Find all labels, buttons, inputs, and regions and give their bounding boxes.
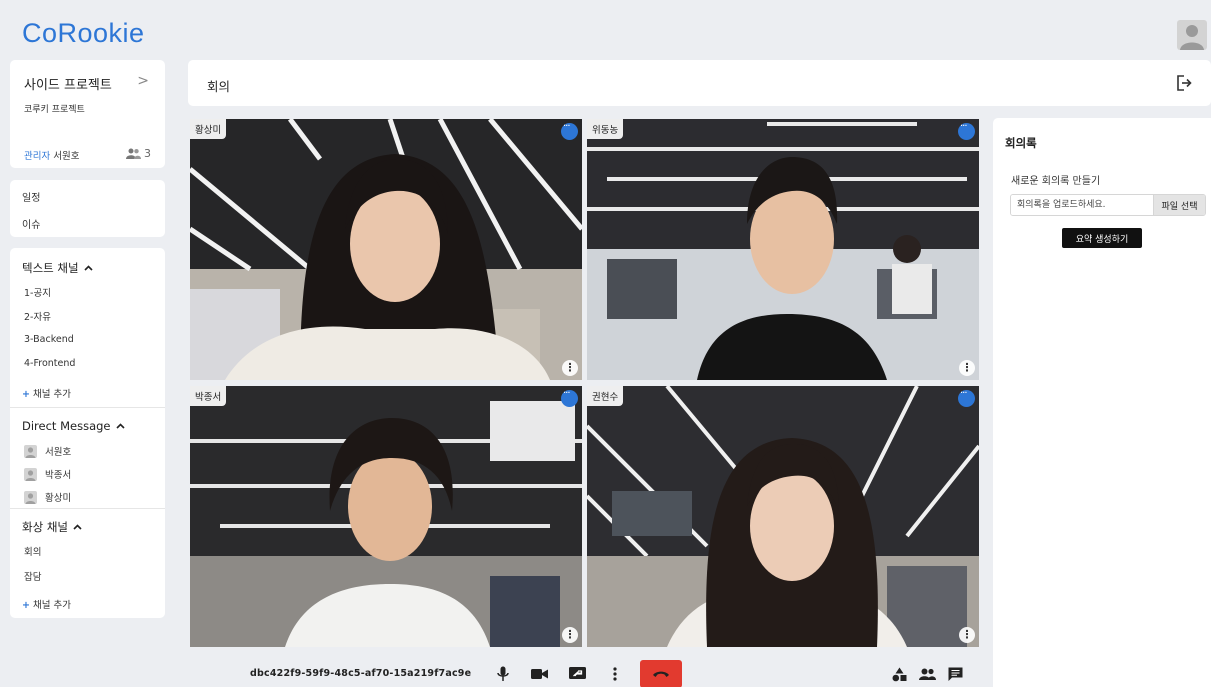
add-channel-label: 채널 추가 bbox=[32, 389, 71, 400]
text-channels-title: 텍스트 채널 bbox=[22, 261, 79, 275]
tile-menu-icon[interactable]: ⋮ bbox=[959, 627, 975, 643]
project-title[interactable]: 사이드 프로젝트 bbox=[24, 74, 112, 93]
menu-item-issues[interactable]: 이슈 bbox=[22, 216, 40, 231]
user-icon bbox=[1180, 25, 1204, 50]
video-channel-item[interactable]: 회의 bbox=[24, 544, 41, 558]
screen-share-icon bbox=[568, 667, 586, 679]
video-tile[interactable]: 위동농 ⋮ bbox=[587, 119, 979, 380]
chat-button[interactable] bbox=[944, 663, 966, 685]
member-count-value: 3 bbox=[144, 147, 151, 160]
camera-button[interactable] bbox=[528, 663, 550, 685]
channel-title: 회의 bbox=[207, 79, 231, 94]
admin-label: 관리자 bbox=[24, 151, 51, 162]
file-upload-row: 파일 선택 bbox=[1010, 194, 1206, 216]
member-count[interactable]: 3 bbox=[126, 147, 151, 160]
choose-file-button[interactable]: 파일 선택 bbox=[1153, 195, 1205, 215]
text-channel-item[interactable]: 2-자유 bbox=[24, 309, 51, 323]
app-logo[interactable]: CoRookie bbox=[22, 18, 145, 49]
generate-summary-button[interactable]: 요약 생성하기 bbox=[1062, 228, 1142, 248]
more-button[interactable] bbox=[604, 663, 626, 685]
project-card: 사이드 프로젝트 > 코루키 프로젝트 관리자 서원호 3 bbox=[10, 60, 165, 168]
text-channel-item[interactable]: 1-공지 bbox=[24, 285, 51, 299]
minutes-subtitle: 새로운 회의록 만들기 bbox=[1011, 176, 1101, 187]
text-channel-item[interactable]: 4-Frontend bbox=[24, 358, 75, 369]
microphone-button[interactable] bbox=[492, 663, 514, 685]
avatar bbox=[24, 444, 37, 458]
channels-card: 텍스트 채널 1-공지 2-자유 3-Backend 4-Frontend + 채… bbox=[10, 248, 165, 618]
call-controls: dbc422f9-59f9-48c5-af70-15a219f7ac9e bbox=[188, 655, 993, 687]
more-vertical-icon bbox=[613, 667, 617, 681]
participant-name: 박종서 bbox=[190, 386, 227, 406]
tile-menu-icon[interactable]: ⋮ bbox=[562, 627, 578, 643]
minutes-panel: 회의록 새로운 회의록 만들기 파일 선택 요약 생성하기 bbox=[993, 118, 1211, 687]
text-channel-item[interactable]: 3-Backend bbox=[24, 334, 74, 345]
video-feed bbox=[190, 386, 582, 647]
people-icon bbox=[126, 148, 141, 159]
tile-menu-icon[interactable]: ⋮ bbox=[959, 360, 975, 376]
chevron-up-icon bbox=[73, 524, 82, 530]
text-channels-header[interactable]: 텍스트 채널 bbox=[22, 260, 93, 276]
direct-message-header[interactable]: Direct Message bbox=[22, 419, 125, 433]
video-tile[interactable]: 권현수 ⋮ bbox=[587, 386, 979, 647]
phone-hangup-icon bbox=[653, 671, 669, 677]
microphone-icon bbox=[497, 666, 509, 681]
menu-item-schedule[interactable]: 일정 bbox=[22, 189, 40, 204]
add-text-channel-button[interactable]: + 채널 추가 bbox=[22, 386, 71, 400]
admin-name: 서원호 bbox=[53, 151, 80, 162]
divider bbox=[10, 508, 165, 509]
minutes-title: 회의록 bbox=[1005, 136, 1037, 150]
user-avatar[interactable] bbox=[1177, 20, 1207, 50]
video-camera-icon bbox=[530, 669, 548, 679]
participant-name: 권현수 bbox=[587, 386, 624, 406]
room-id: dbc422f9-59f9-48c5-af70-15a219f7ac9e bbox=[250, 668, 472, 679]
participant-name: 황상미 bbox=[190, 119, 227, 139]
video-feed bbox=[587, 386, 979, 647]
top-bar: CoRookie bbox=[0, 0, 1211, 60]
video-tile[interactable]: 황상미 ⋮ bbox=[190, 119, 582, 380]
direct-message-title: Direct Message bbox=[22, 419, 111, 433]
chat-icon bbox=[948, 667, 962, 681]
more-options-icon[interactable] bbox=[958, 388, 975, 407]
dm-user-name: 박종서 bbox=[45, 470, 72, 481]
more-options-icon[interactable] bbox=[561, 121, 578, 140]
video-feed bbox=[587, 119, 979, 380]
divider bbox=[10, 407, 165, 408]
admin-row: 관리자 서원호 bbox=[24, 148, 79, 162]
exit-icon[interactable] bbox=[1175, 74, 1193, 92]
participant-name: 위동농 bbox=[587, 119, 624, 139]
menu-card: 일정 이슈 bbox=[10, 180, 165, 237]
more-options-icon[interactable] bbox=[958, 121, 975, 140]
avatar bbox=[24, 490, 37, 504]
video-channel-item[interactable]: 잡담 bbox=[24, 569, 41, 583]
dm-user-item[interactable]: 황상미 bbox=[24, 490, 71, 504]
add-video-channel-button[interactable]: + 채널 추가 bbox=[22, 597, 71, 611]
dm-user-item[interactable]: 서원호 bbox=[24, 444, 71, 458]
more-options-icon[interactable] bbox=[561, 388, 578, 407]
video-channels-header[interactable]: 화상 채널 bbox=[22, 519, 82, 535]
project-subtitle: 코루키 프로젝트 bbox=[24, 105, 85, 115]
video-channels-title: 화상 채널 bbox=[22, 520, 68, 534]
plus-icon: + bbox=[22, 389, 30, 400]
minutes-file-input[interactable] bbox=[1011, 195, 1153, 215]
hang-up-button[interactable] bbox=[640, 660, 682, 687]
avatar bbox=[24, 467, 37, 481]
chevron-right-icon[interactable]: > bbox=[137, 73, 149, 89]
plus-icon: + bbox=[22, 600, 30, 611]
channel-header: 회의 bbox=[188, 60, 1211, 106]
dm-user-item[interactable]: 박종서 bbox=[24, 467, 71, 481]
people-icon bbox=[918, 668, 936, 680]
dm-user-name: 황상미 bbox=[45, 493, 72, 504]
chevron-up-icon bbox=[115, 423, 125, 429]
shapes-icon bbox=[892, 667, 906, 681]
shapes-button[interactable] bbox=[888, 663, 910, 685]
tile-menu-icon[interactable]: ⋮ bbox=[562, 360, 578, 376]
screen-share-button[interactable] bbox=[566, 663, 588, 685]
video-grid: 황상미 ⋮ 위동농 ⋮ bbox=[190, 119, 979, 647]
video-feed bbox=[190, 119, 582, 380]
participants-button[interactable] bbox=[916, 663, 938, 685]
add-channel-label: 채널 추가 bbox=[32, 600, 71, 611]
chevron-up-icon bbox=[83, 265, 93, 271]
video-tile[interactable]: 박종서 ⋮ bbox=[190, 386, 582, 647]
dm-user-name: 서원호 bbox=[45, 447, 72, 458]
